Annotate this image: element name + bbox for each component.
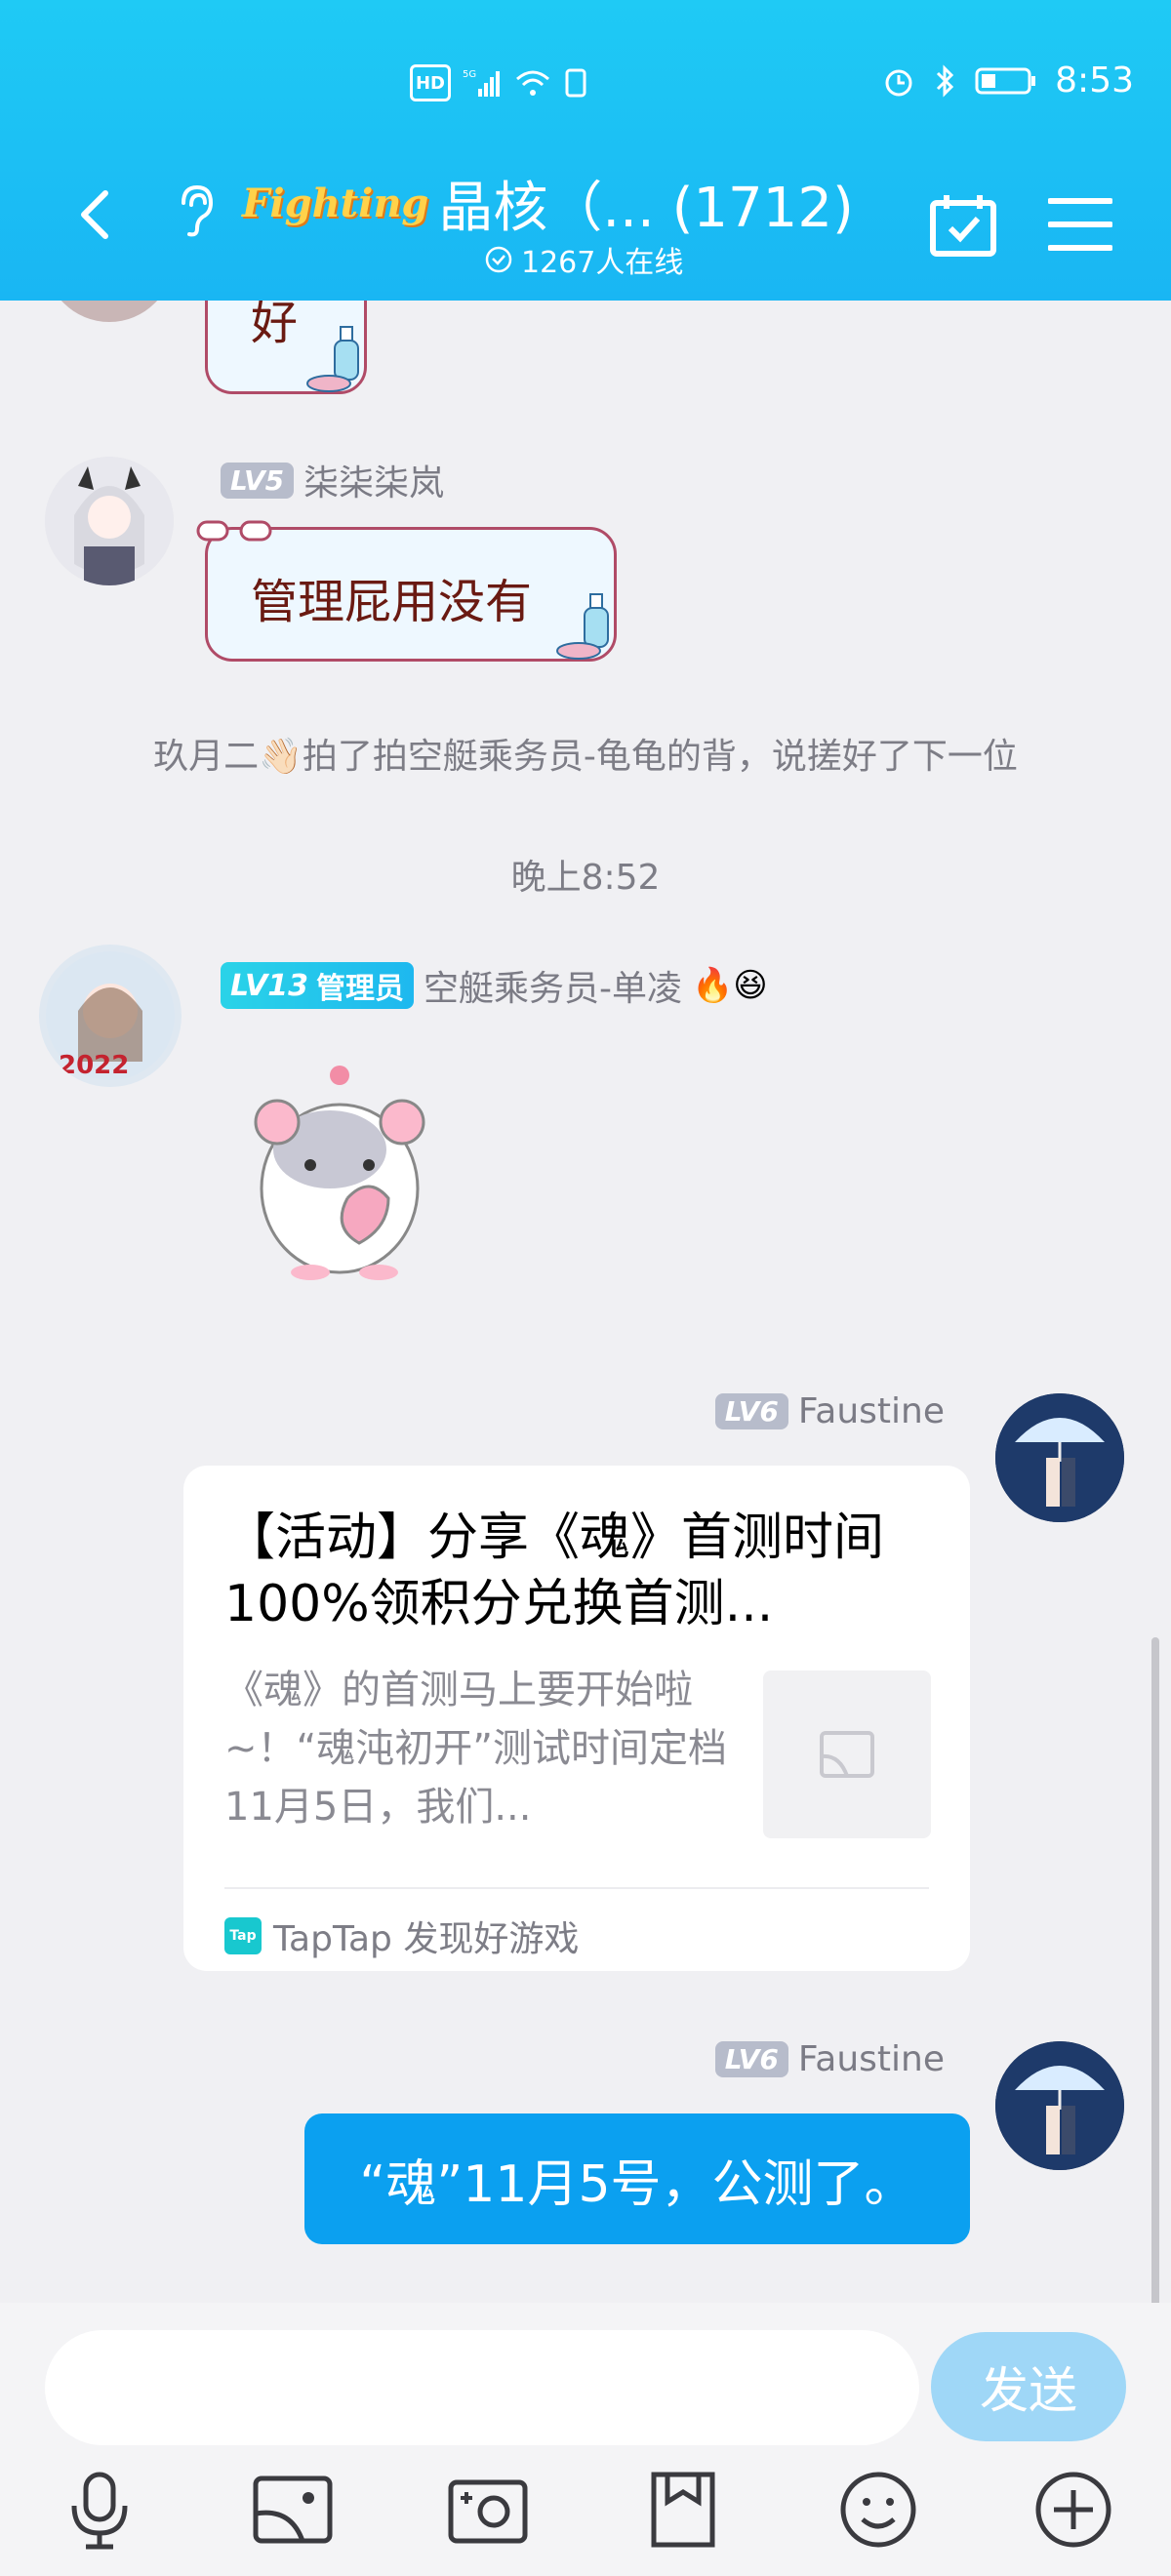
glasses-sticker-icon xyxy=(196,520,272,542)
sim-icon xyxy=(565,68,586,98)
nav-bar: Fighting 晶核（... (1712) 1267人在线 xyxy=(0,156,1171,280)
level-badge: LV6 xyxy=(714,2041,788,2077)
camera-icon[interactable] xyxy=(447,2469,529,2551)
scrollbar[interactable] xyxy=(1151,1637,1159,2303)
message-bubble[interactable]: 管理屁用没有 xyxy=(196,520,617,662)
card-title: 【活动】分享《魂》首测时间 100%领积分兑换首测... xyxy=(224,1509,885,1633)
check-circle-icon xyxy=(485,246,512,273)
sender-row: LV5 柒柒柒岚 xyxy=(221,455,444,505)
status-bar: HD 5G 8:53 xyxy=(0,60,1171,115)
card-source: Tap TapTap 发现好游戏 xyxy=(224,1911,579,1961)
message-bubble[interactable]: 好 xyxy=(205,301,367,394)
emoji-icon[interactable] xyxy=(837,2469,919,2551)
anime-avatar-icon xyxy=(45,457,174,585)
page-title: 晶核（... (1712) xyxy=(438,177,854,240)
bottle-sticker-icon xyxy=(306,326,359,392)
svg-text:5G: 5G xyxy=(463,69,476,80)
sender-name[interactable]: Faustine xyxy=(798,2039,945,2079)
link-card[interactable]: 【活动】分享《魂》首测时间 100%领积分兑换首测... 《魂》的首测马上要开始… xyxy=(183,1466,970,1971)
hd-icon: HD xyxy=(410,64,451,101)
signal-icon: 5G xyxy=(463,69,500,97)
taptap-icon: Tap xyxy=(224,1917,262,1954)
menu-icon[interactable] xyxy=(1048,195,1112,254)
online-text: 1267人在线 xyxy=(521,246,684,280)
admin-label: 管理员 xyxy=(315,972,404,1006)
svg-text:2022: 2022 xyxy=(59,1051,129,1080)
card-thumbnail xyxy=(763,1670,931,1838)
back-icon[interactable] xyxy=(68,185,127,244)
wifi-icon xyxy=(516,70,549,96)
sender-name[interactable]: Faustine xyxy=(798,1391,945,1431)
avatar[interactable] xyxy=(45,301,174,322)
message-text: “魂”11月5号，公测了。 xyxy=(359,2154,915,2214)
chat-messages[interactable]: 好 LV5 柒柒柒岚 管理屁用没有 玖月二👋🏻拍了拍空艇乘务员-龟龟的背，说搓好… xyxy=(0,301,1171,2303)
admin-badge: LV13 管理员 xyxy=(221,962,414,1009)
sender-row: LV13 管理员 空艇乘务员-单凌 🔥😆 xyxy=(221,960,768,1011)
sender-row: LV6 Faustine xyxy=(714,2039,945,2079)
level-badge: LV13 xyxy=(230,968,308,1003)
network-indicators: HD 5G xyxy=(410,64,587,101)
message-text: 好 xyxy=(251,301,299,350)
group-title[interactable]: Fighting 晶核（... (1712) xyxy=(242,164,854,243)
image-placeholder-icon xyxy=(820,1731,874,1778)
plus-icon[interactable] xyxy=(1032,2469,1114,2551)
ear-icon[interactable] xyxy=(176,183,215,238)
level-badge: LV6 xyxy=(714,1393,788,1429)
calendar-check-icon[interactable] xyxy=(929,191,997,260)
level-badge: LV5 xyxy=(221,462,295,499)
battery-icon xyxy=(975,67,1036,94)
online-count: 1267人在线 xyxy=(484,238,683,281)
alarm-icon xyxy=(885,69,912,96)
bluetooth-icon xyxy=(937,63,954,98)
bottle-sticker-icon xyxy=(556,593,609,660)
my-avatar[interactable] xyxy=(995,1393,1124,1522)
title-emoji: 🔥😆 xyxy=(691,966,768,1005)
group-logo: Fighting xyxy=(242,181,429,226)
send-button[interactable]: 发送 xyxy=(931,2332,1126,2441)
microphone-icon[interactable] xyxy=(59,2469,141,2551)
card-divider xyxy=(224,1887,929,1889)
sender-name[interactable]: 空艇乘务员-单凌 xyxy=(424,960,682,1011)
avatar[interactable] xyxy=(45,457,174,585)
my-avatar[interactable] xyxy=(995,2041,1124,2170)
sender-row: LV6 Faustine xyxy=(714,1391,945,1431)
message-input[interactable] xyxy=(45,2330,919,2445)
umbrella-couple-avatar-icon xyxy=(995,1393,1124,1522)
hamster-sticker[interactable] xyxy=(242,1052,437,1286)
chat-header: HD 5G 8:53 Fighting 晶核（... (1712) 1267人在… xyxy=(0,0,1171,301)
message-text: 管理屁用没有 xyxy=(251,575,533,629)
timestamp: 晚上8:52 xyxy=(510,858,661,898)
anime-girl-avatar-icon: 2022 xyxy=(46,951,175,1080)
card-description: 《魂》的首测马上要开始啦~！“魂沌初开”测试时间定档11月5日，我们... xyxy=(224,1668,727,1830)
avatar[interactable]: 2022 xyxy=(39,945,182,1087)
umbrella-couple-avatar-icon xyxy=(995,2041,1124,2170)
file-icon[interactable] xyxy=(642,2469,724,2551)
clock: 8:53 xyxy=(1055,60,1134,101)
image-icon[interactable] xyxy=(252,2469,334,2551)
input-area: 发送 xyxy=(0,2303,1171,2576)
status-right: 8:53 xyxy=(881,60,1134,101)
message-bubble[interactable]: “魂”11月5号，公测了。 xyxy=(304,2113,970,2244)
system-notice: 玖月二👋🏻拍了拍空艇乘务员-龟龟的背，说搓好了下一位 xyxy=(153,737,1018,777)
card-source-label: TapTap 发现好游戏 xyxy=(273,1919,580,1959)
sender-name[interactable]: 柒柒柒岚 xyxy=(303,455,444,505)
